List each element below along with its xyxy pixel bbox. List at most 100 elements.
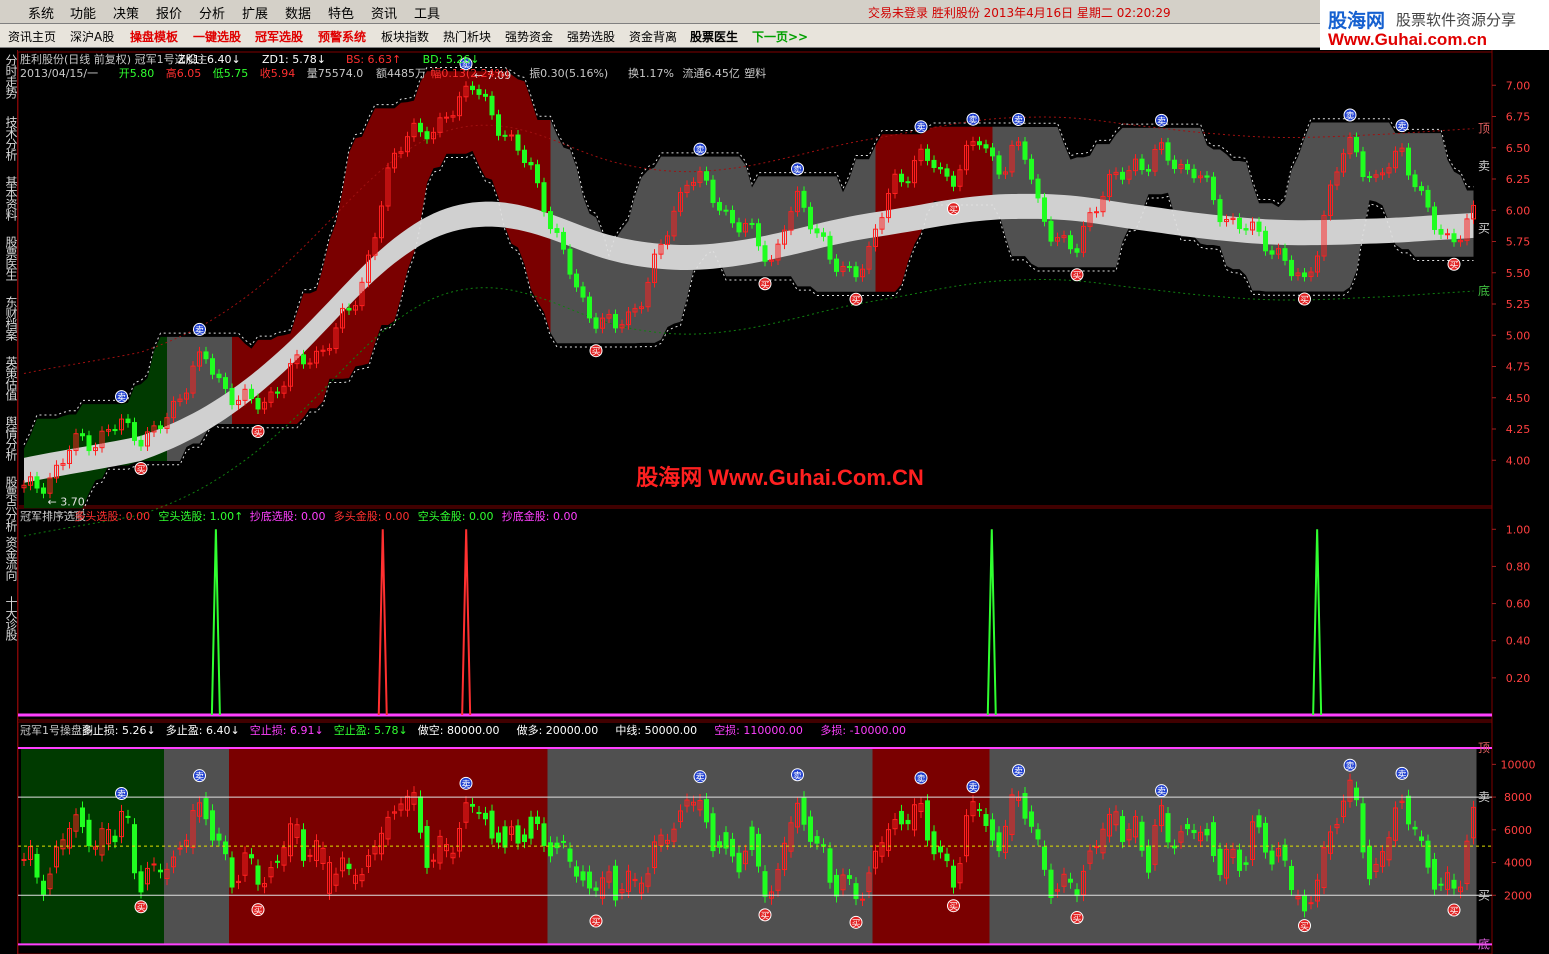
candle-body xyxy=(509,134,514,137)
osc-sell-signal-label: 卖 xyxy=(1397,769,1406,780)
buy-signal-label: 买 xyxy=(1300,295,1309,306)
p1-tick-label: 6.75 xyxy=(1506,111,1531,124)
osc-candle-body xyxy=(483,812,488,820)
candle-body xyxy=(834,258,839,272)
candle-body xyxy=(808,206,813,230)
p3-band-label-2: 买 xyxy=(1478,888,1490,902)
p1-quote-8: 振0.30(5.16%) xyxy=(529,66,608,80)
candle-body xyxy=(1438,228,1444,235)
osc-candle-body xyxy=(827,848,833,883)
osc-candle-body xyxy=(515,825,521,844)
candle-body xyxy=(561,231,566,250)
osc-candle-body xyxy=(132,824,137,874)
osc-candle-body xyxy=(1048,869,1054,898)
p2-title-1: 多头选股: 0.00 xyxy=(74,509,150,523)
osc-candle-body xyxy=(1068,878,1073,883)
p1-tick-label: 4.25 xyxy=(1506,423,1531,436)
price-zone-0 xyxy=(24,336,167,509)
osc-candle-body xyxy=(255,865,261,885)
p1-title-2: ZD1: 5.78↓ xyxy=(262,53,326,66)
osc-buy-signal-label: 买 xyxy=(851,918,860,929)
candle-body xyxy=(717,201,722,211)
candle-body xyxy=(346,307,352,311)
buy-signal-label: 买 xyxy=(591,347,600,358)
p3-title-3: 空止损: 6.91↓ xyxy=(250,723,324,737)
osc-sell-signal-label: 卖 xyxy=(1157,787,1166,798)
p1-quote-2: 高6.05 xyxy=(166,66,202,80)
osc-candle-body xyxy=(567,848,573,862)
buy-signal-label: 买 xyxy=(253,427,262,438)
osc-candle-body xyxy=(762,871,768,897)
p1-tick-label: 7.00 xyxy=(1506,79,1531,92)
sell-signal-label: 卖 xyxy=(968,115,977,126)
p2-title-2: 空头选股: 1.00↑ xyxy=(158,509,243,523)
sell-signal-label: 卖 xyxy=(1345,111,1354,122)
candle-body xyxy=(483,93,488,97)
p3-tick-label: 2000 xyxy=(1504,889,1532,902)
osc-buy-signal-label: 买 xyxy=(591,917,600,928)
candle-body xyxy=(1094,211,1099,214)
osc-candle-body xyxy=(1217,848,1223,876)
candle-body xyxy=(1406,147,1411,176)
osc-candle-body xyxy=(522,834,527,843)
p3-title-5: 做空: 80000.00 xyxy=(418,723,500,737)
osc-candle-body xyxy=(1406,795,1411,825)
osc-candle-body xyxy=(307,854,313,857)
candle-body xyxy=(853,266,859,278)
sell-signal-label: 卖 xyxy=(695,145,704,156)
sell-signal-label: 卖 xyxy=(195,325,204,336)
p1-quote-10: 流通6.45亿 xyxy=(682,66,740,80)
candle-body xyxy=(1302,272,1307,278)
osc-candle-body xyxy=(834,874,839,897)
candle-body xyxy=(255,397,261,410)
osc-buy-signal-label: 买 xyxy=(1449,906,1458,917)
osc-candle-body xyxy=(34,853,40,878)
osc-candle-body xyxy=(229,857,235,888)
sell-signal-label: 卖 xyxy=(1157,116,1166,127)
spike-1-0 xyxy=(210,529,221,716)
osc-candle-body xyxy=(1191,829,1197,834)
osc-candle-body xyxy=(1243,862,1249,865)
osc-candle-body xyxy=(489,810,495,839)
osc-candle-body xyxy=(925,800,930,841)
candle-body xyxy=(138,439,144,447)
osc-candle-body xyxy=(1256,815,1262,828)
candle-body xyxy=(1185,164,1190,170)
candle-body xyxy=(814,228,820,234)
p2-tick-label: 0.80 xyxy=(1506,560,1531,573)
osc-candle-body xyxy=(41,880,46,895)
osc-candle-body xyxy=(177,847,183,850)
candle-body xyxy=(1217,199,1223,223)
osc-candle-body xyxy=(931,831,937,855)
buy-signal-label: 买 xyxy=(949,205,958,216)
candle-body xyxy=(938,166,943,170)
p1-tick-label: 5.25 xyxy=(1506,298,1531,311)
candle-body xyxy=(593,317,599,329)
osc-candle-body xyxy=(502,826,508,848)
spike-1-1 xyxy=(986,529,997,716)
candle-body xyxy=(223,377,228,389)
candle-body xyxy=(905,181,911,184)
candle-body xyxy=(522,149,527,164)
p1-quote-1: 开5.80 xyxy=(119,67,155,80)
osc-candle-body xyxy=(223,841,228,855)
osc-candle-body xyxy=(1360,803,1366,853)
candle-body xyxy=(983,144,989,149)
candle-body xyxy=(951,175,956,187)
osc-candle-body xyxy=(346,863,352,870)
osc-buy-signal-label: 买 xyxy=(136,903,145,914)
p3-title-7: 中线: 50000.00 xyxy=(615,723,697,737)
candle-body xyxy=(301,354,306,365)
osc-candle-body xyxy=(301,829,306,861)
osc-candle-body xyxy=(1035,829,1041,840)
candle-body xyxy=(580,286,586,298)
osc-candle-body xyxy=(418,796,423,833)
candle-body xyxy=(34,476,40,489)
candle-body xyxy=(548,211,553,230)
candle-body xyxy=(931,159,937,168)
p1-quote-11: 塑料 xyxy=(744,66,766,80)
osc-sell-signal-label: 卖 xyxy=(793,771,802,782)
candle-body xyxy=(1048,220,1054,242)
stock-chart[interactable]: 卖卖买买卖卖买买卖卖买买卖卖买买卖卖买买卖卖买买卖卖卖卖买买卖卖买买卖卖卖卖买买… xyxy=(0,0,1549,954)
candle-body xyxy=(424,131,430,140)
